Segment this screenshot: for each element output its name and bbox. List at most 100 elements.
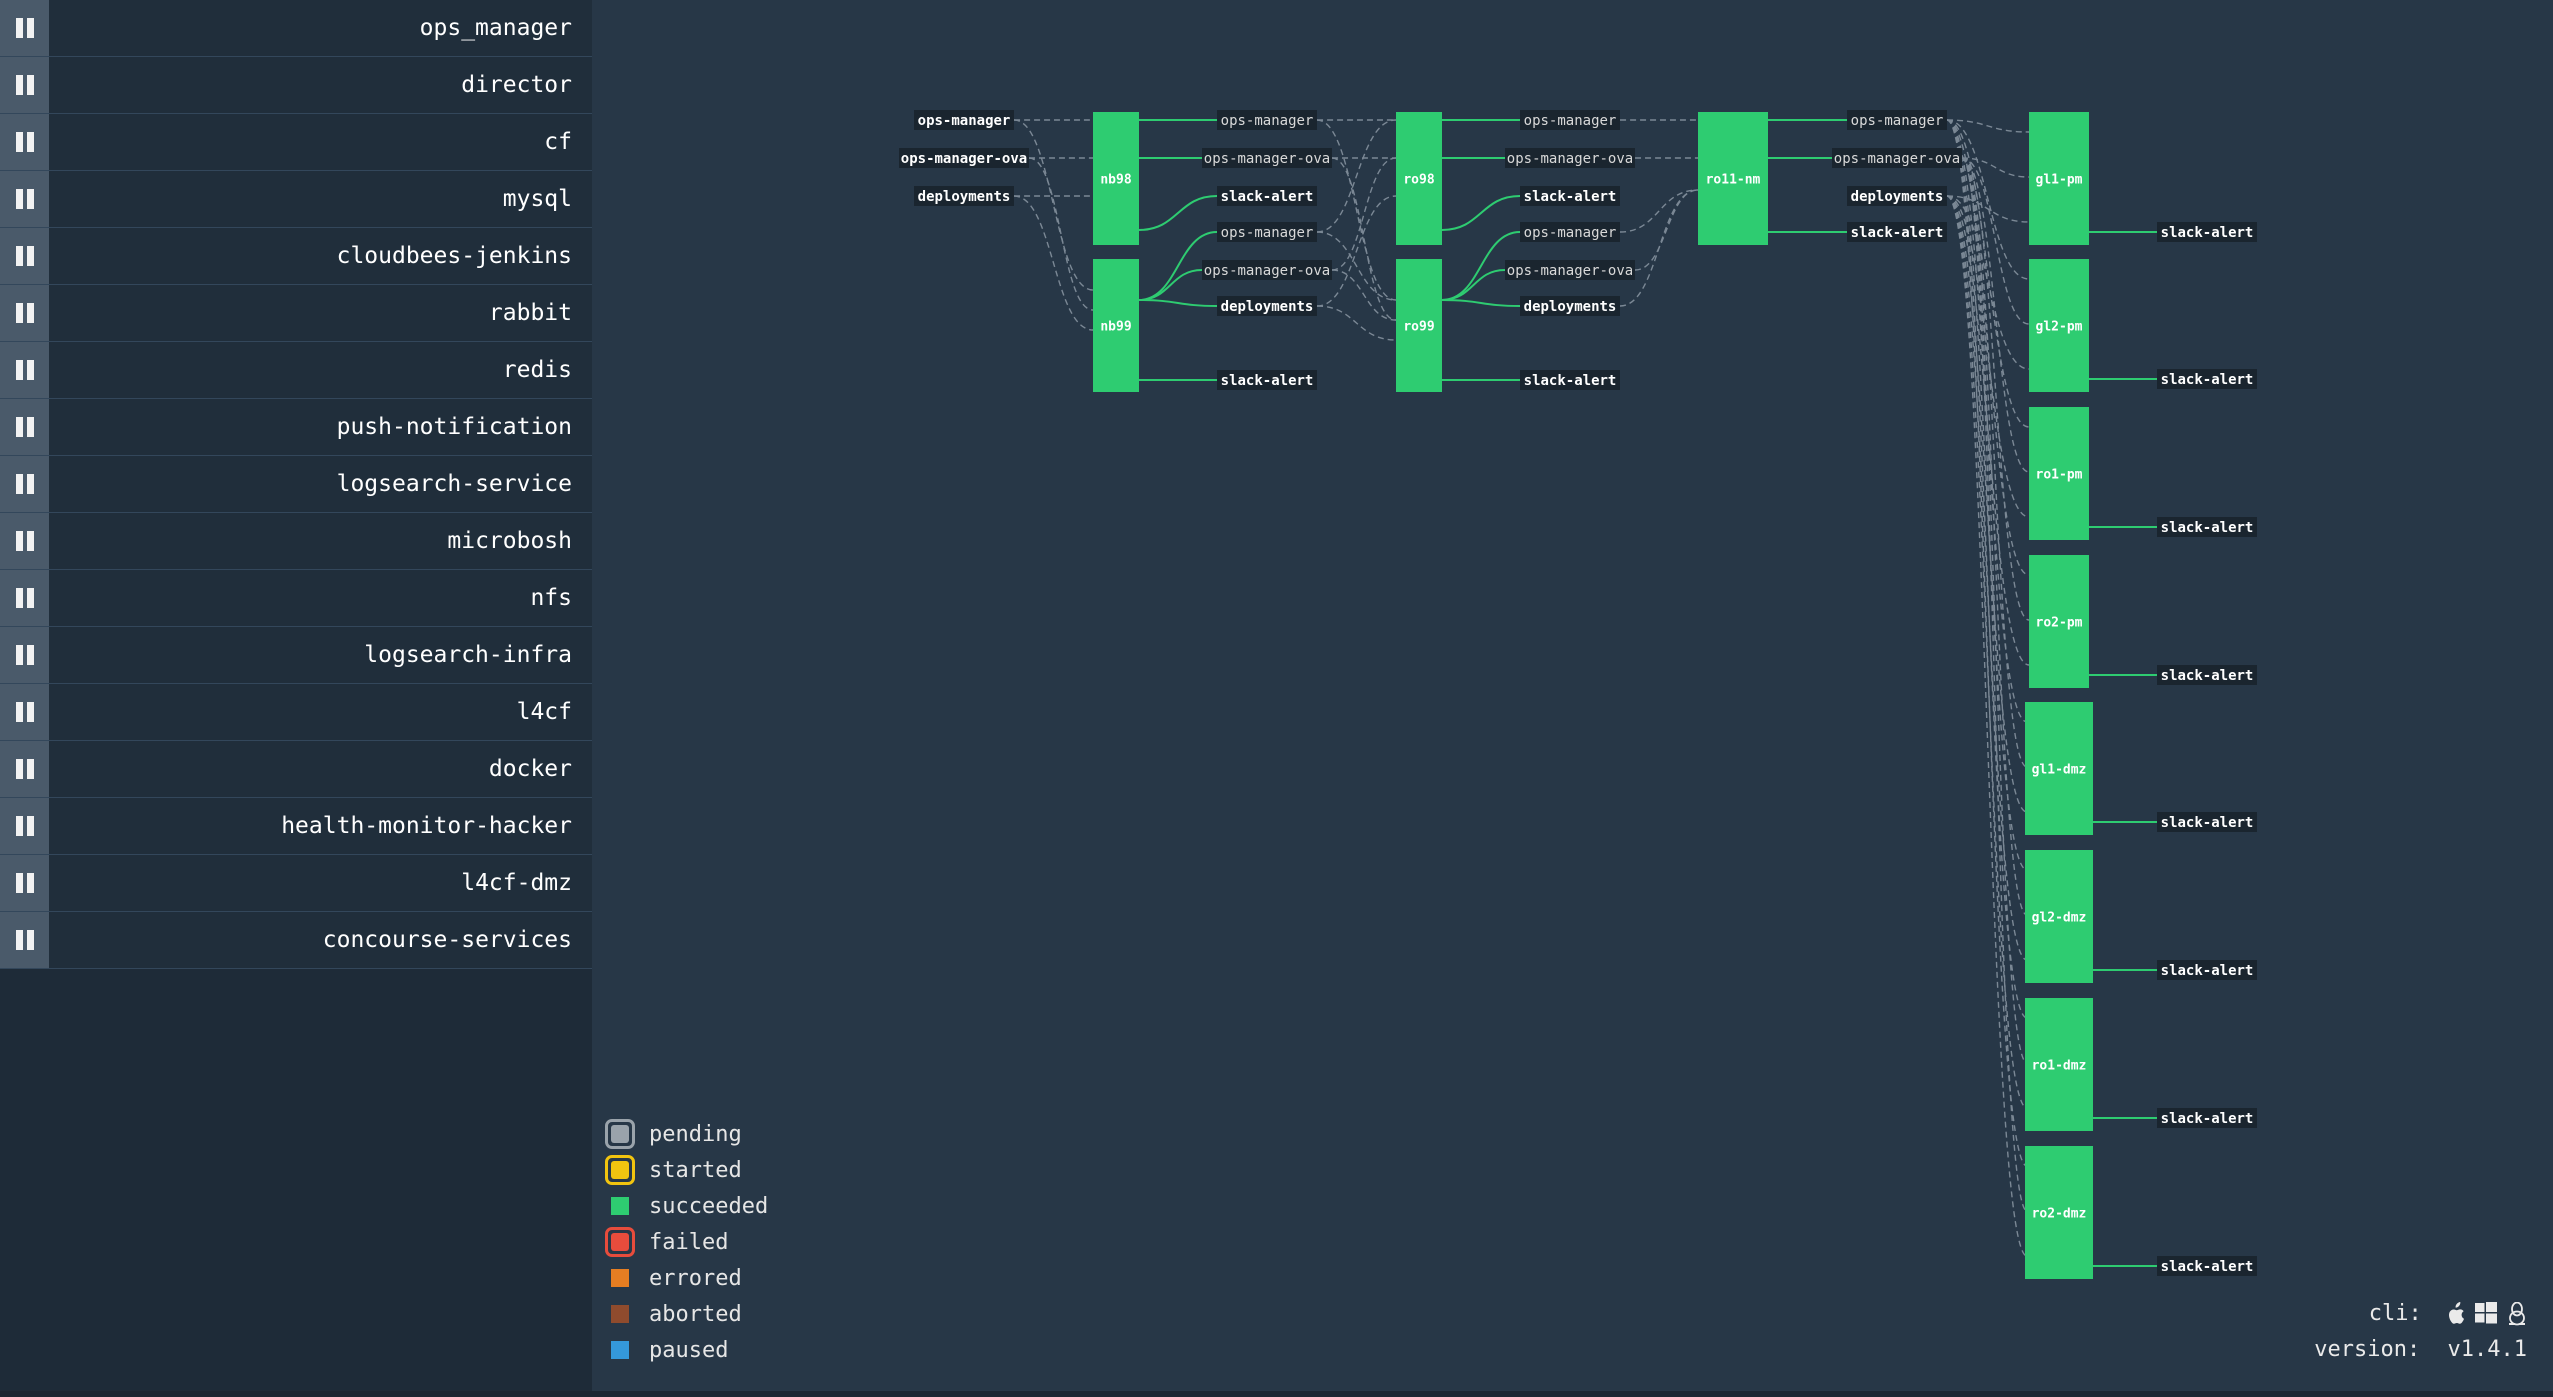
job-label: gl1-dmz: [2032, 763, 2087, 778]
job-label: ro2-pm: [2036, 616, 2083, 631]
slack-alert-node[interactable]: slack-alert: [2157, 812, 2257, 832]
job-label: ro98: [1403, 173, 1434, 188]
input-resource-node[interactable]: deployments: [914, 186, 1014, 206]
output-resource-node[interactable]: ops-manager-ova: [1505, 148, 1635, 168]
output-resource-node[interactable]: deployments: [1217, 296, 1317, 316]
apple-icon[interactable]: [2445, 1302, 2465, 1326]
bottom-scroll-track: [0, 1391, 2553, 1397]
input-edge: [1619, 189, 1699, 233]
slack-alert-node[interactable]: slack-alert: [2157, 1256, 2257, 1276]
linux-icon[interactable]: [2507, 1302, 2527, 1326]
windows-icon[interactable]: [2475, 1302, 2497, 1324]
input-edge: [1634, 189, 1699, 271]
legend-label: pending: [649, 1121, 742, 1147]
output-resource-node[interactable]: slack-alert: [1520, 186, 1620, 206]
legend-label: errored: [649, 1265, 742, 1291]
legend-swatch: [605, 1155, 635, 1185]
job-node[interactable]: ro11-nm: [1698, 112, 1768, 245]
legend-swatch: [605, 1191, 635, 1221]
resource-label: slack-alert: [2161, 1111, 2254, 1127]
job-node[interactable]: ro2-dmz: [2025, 1146, 2093, 1279]
job-node[interactable]: ro98: [1396, 112, 1442, 245]
legend-label: aborted: [649, 1301, 742, 1327]
resource-label: deployments: [918, 189, 1011, 205]
slack-alert-node[interactable]: slack-alert: [2157, 517, 2257, 537]
job-node[interactable]: gl1-pm: [2029, 112, 2089, 245]
resource-label: slack-alert: [2161, 520, 2254, 536]
output-resource-node[interactable]: slack-alert: [1217, 186, 1317, 206]
resource-label: ops-manager-ova: [1507, 151, 1633, 167]
legend-swatch: [605, 1119, 635, 1149]
output-resource-node[interactable]: deployments: [1847, 186, 1947, 206]
job-label: ro2-dmz: [2032, 1207, 2087, 1222]
resource-label: deployments: [1221, 299, 1314, 315]
legend-swatch: [605, 1299, 635, 1329]
resource-label: slack-alert: [2161, 668, 2254, 684]
legend-swatch: [605, 1263, 635, 1293]
input-edge: [1946, 119, 2030, 280]
input-resource-node[interactable]: ops-manager: [914, 110, 1014, 130]
legend-label: failed: [649, 1229, 729, 1255]
resource-label: ops-manager: [1851, 113, 1944, 129]
output-resource-node[interactable]: ops-manager: [1520, 222, 1620, 242]
job-node[interactable]: gl2-dmz: [2025, 850, 2093, 983]
footer-info: cli: version: v1.4.1: [2314, 1296, 2527, 1368]
cli-download-row: cli:: [2314, 1296, 2527, 1332]
resource-label: slack-alert: [1221, 373, 1314, 389]
output-edge: [1138, 195, 1218, 231]
input-edge: [1946, 119, 2028, 871]
job-label: ro11-nm: [1706, 173, 1761, 188]
output-resource-node[interactable]: ops-manager-ova: [1202, 148, 1332, 168]
input-edge: [1028, 157, 1094, 311]
output-resource-node[interactable]: deployments: [1520, 296, 1620, 316]
output-resource-node[interactable]: ops-manager-ova: [1832, 148, 1962, 168]
resource-label: ops-manager: [1221, 113, 1314, 129]
job-label: ro1-pm: [2036, 468, 2083, 483]
output-resource-node[interactable]: ops-manager-ova: [1202, 260, 1332, 280]
legend-swatch: [605, 1227, 635, 1257]
output-edge: [1441, 195, 1521, 231]
legend-item-errored: errored: [605, 1260, 768, 1296]
output-resource-node[interactable]: ops-manager: [1847, 110, 1947, 130]
slack-alert-node[interactable]: slack-alert: [2157, 1108, 2257, 1128]
resource-label: ops-manager-ova: [1507, 263, 1633, 279]
input-resource-node[interactable]: ops-manager-ova: [899, 148, 1029, 168]
slack-alert-node[interactable]: slack-alert: [2157, 665, 2257, 685]
job-node[interactable]: ro99: [1396, 259, 1442, 392]
version-label: version:: [2314, 1337, 2421, 1362]
output-edge: [1138, 269, 1203, 301]
resource-label: slack-alert: [2161, 225, 2254, 241]
legend-item-succeeded: succeeded: [605, 1188, 768, 1224]
resource-label: deployments: [1851, 189, 1944, 205]
job-node[interactable]: gl1-dmz: [2025, 702, 2093, 835]
job-node[interactable]: gl2-pm: [2029, 259, 2089, 392]
resource-label: slack-alert: [2161, 1259, 2254, 1275]
legend-swatch: [605, 1335, 635, 1365]
resource-label: ops-manager: [1524, 113, 1617, 129]
job-node[interactable]: nb99: [1093, 259, 1139, 392]
output-resource-node[interactable]: ops-manager: [1217, 222, 1317, 242]
output-edge: [1441, 269, 1506, 301]
slack-alert-node[interactable]: slack-alert: [2157, 960, 2257, 980]
node-layer: nb98 nb99 ro98 ro99 ro11-nm gl1-pm slack-alert…: [899, 110, 2257, 1279]
resource-label: ops-manager: [1524, 225, 1617, 241]
input-edge: [1946, 119, 2028, 1019]
output-resource-node[interactable]: slack-alert: [1217, 370, 1317, 390]
output-resource-node[interactable]: ops-manager: [1520, 110, 1620, 130]
cli-label: cli:: [2368, 1301, 2422, 1326]
output-resource-node[interactable]: ops-manager: [1217, 110, 1317, 130]
legend-item-started: started: [605, 1152, 768, 1188]
job-node[interactable]: ro1-dmz: [2025, 998, 2093, 1131]
slack-alert-node[interactable]: slack-alert: [2157, 222, 2257, 242]
job-node[interactable]: ro1-pm: [2029, 407, 2089, 540]
status-legend: pending started succeeded failed errored abor…: [605, 1116, 768, 1368]
job-node[interactable]: nb98: [1093, 112, 1139, 245]
legend-label: started: [649, 1157, 742, 1183]
output-resource-node[interactable]: ops-manager-ova: [1505, 260, 1635, 280]
output-resource-node[interactable]: slack-alert: [1847, 222, 1947, 242]
resource-label: deployments: [1524, 299, 1617, 315]
output-resource-node[interactable]: slack-alert: [1520, 370, 1620, 390]
input-edge: [1013, 195, 1094, 331]
job-node[interactable]: ro2-pm: [2029, 555, 2089, 688]
slack-alert-node[interactable]: slack-alert: [2157, 369, 2257, 389]
